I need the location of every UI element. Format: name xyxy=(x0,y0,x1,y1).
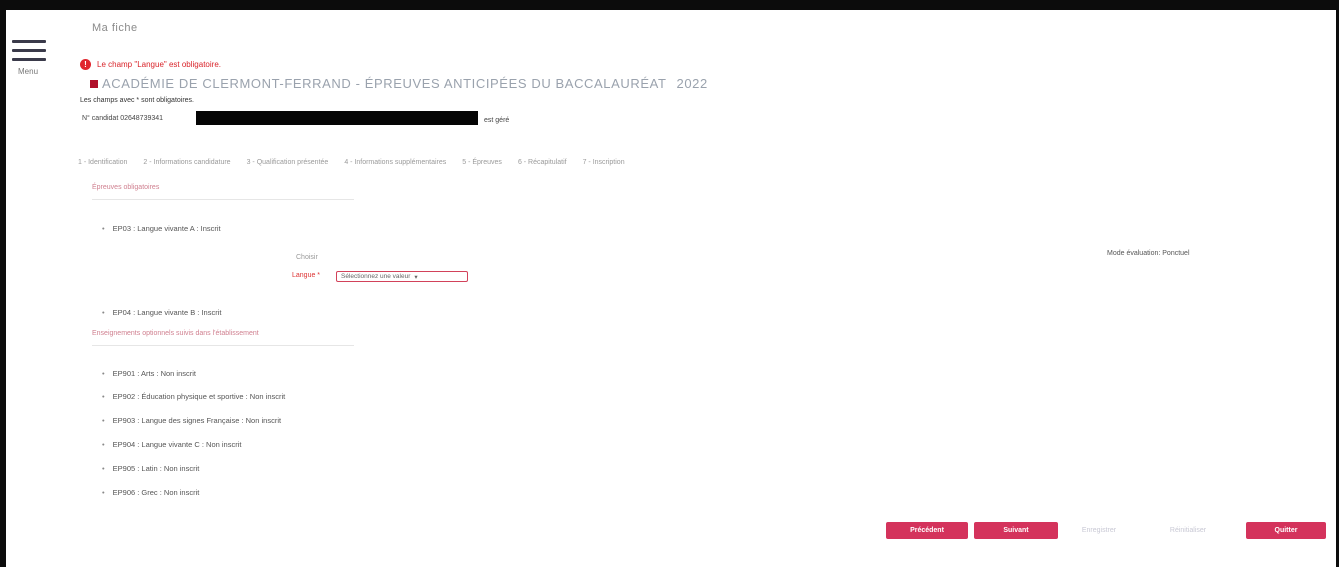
save-button[interactable]: Enregistrer xyxy=(1066,522,1132,539)
redacted-block xyxy=(196,111,478,125)
step-identification[interactable]: 1 - Identification xyxy=(78,159,127,166)
menu-icon[interactable] xyxy=(12,40,52,61)
list-item: • EP901 : Arts : Non inscrit xyxy=(102,369,197,378)
step-inscription[interactable]: 7 - Inscription xyxy=(583,159,625,166)
section-obligatoires-title[interactable]: Épreuves obligatoires xyxy=(92,184,159,191)
candidate-number: N° candidat 02648739341 xyxy=(82,115,164,122)
section-divider xyxy=(92,199,354,200)
step-informations[interactable]: 4 - Informations supplémentaires xyxy=(344,159,446,166)
list-item: • EP905 : Latin : Non inscrit xyxy=(102,464,200,473)
epreuve-ep04: EP04 : Langue vivante B : Inscrit xyxy=(112,308,222,317)
list-item: • EP906 : Grec : Non inscrit xyxy=(102,488,200,497)
step-recapitulatif[interactable]: 6 - Récapitulatif xyxy=(518,159,567,166)
quit-button[interactable]: Quitter xyxy=(1246,522,1326,539)
steps-nav: 1 - Identification 2 - Informations cand… xyxy=(78,159,625,166)
epreuve-ep903: EP903 : Langue des signes Française : No… xyxy=(112,416,282,425)
section-optionnels-title[interactable]: Enseignements optionnels suivis dans l'é… xyxy=(92,330,259,337)
epreuve-ep901: EP901 : Arts : Non inscrit xyxy=(112,369,197,378)
epreuve-ep904: EP904 : Langue vivante C : Non inscrit xyxy=(112,440,242,449)
list-item: • EP903 : Langue des signes Française : N… xyxy=(102,416,282,425)
error-icon: ! xyxy=(80,59,91,70)
step-epreuves[interactable]: 5 - Épreuves xyxy=(462,159,502,166)
evaluation-mode: Mode évaluation: Ponctuel xyxy=(1107,250,1190,257)
error-message: ! Le champ "Langue" est obligatoire. xyxy=(80,59,221,70)
choice-label: Choisir xyxy=(296,254,318,261)
epreuve-ep03: EP03 : Langue vivante A : Inscrit xyxy=(112,224,221,233)
previous-button[interactable]: Précédent xyxy=(886,522,968,539)
epreuve-ep902: EP902 : Éducation physique et sportive :… xyxy=(112,392,286,401)
candidate-status: est géré xyxy=(484,117,510,124)
academy-logo-icon xyxy=(90,79,98,88)
list-item: • EP904 : Langue vivante C : Non inscrit xyxy=(102,440,242,449)
langue-select-value: Sélectionnez une valeur xyxy=(341,273,411,280)
mandatory-note: Les champs avec * sont obligatoires. xyxy=(80,97,195,104)
list-item: • EP04 : Langue vivante B : Inscrit xyxy=(102,308,222,317)
list-item: • EP902 : Éducation physique et sportive … xyxy=(102,392,286,401)
step-qualification[interactable]: 3 - Qualification présentée xyxy=(247,159,329,166)
academy-title: ACADÉMIE DE CLERMONT-FERRAND - ÉPREUVES … xyxy=(102,76,667,91)
academy-header: ACADÉMIE DE CLERMONT-FERRAND - ÉPREUVES … xyxy=(90,76,708,91)
error-text: Le champ "Langue" est obligatoire. xyxy=(97,60,221,69)
reset-button[interactable]: Réinitialiser xyxy=(1142,522,1234,539)
page-title: Ma fiche xyxy=(92,22,138,34)
langue-select[interactable]: Sélectionnez une valeur ▾ xyxy=(336,271,468,282)
langue-label: Langue * xyxy=(292,272,321,279)
step-candidature[interactable]: 2 - Informations candidature xyxy=(143,159,230,166)
list-item: • EP03 : Langue vivante A : Inscrit xyxy=(102,224,221,233)
epreuve-ep905: EP905 : Latin : Non inscrit xyxy=(112,464,200,473)
next-button[interactable]: Suivant xyxy=(974,522,1058,539)
chevron-down-icon: ▾ xyxy=(414,273,418,281)
epreuve-ep906: EP906 : Grec : Non inscrit xyxy=(112,488,200,497)
menu-label[interactable]: Menu xyxy=(18,67,52,76)
academy-year: 2022 xyxy=(676,76,708,91)
section-divider xyxy=(92,345,354,346)
sidebar: Menu xyxy=(12,40,52,76)
